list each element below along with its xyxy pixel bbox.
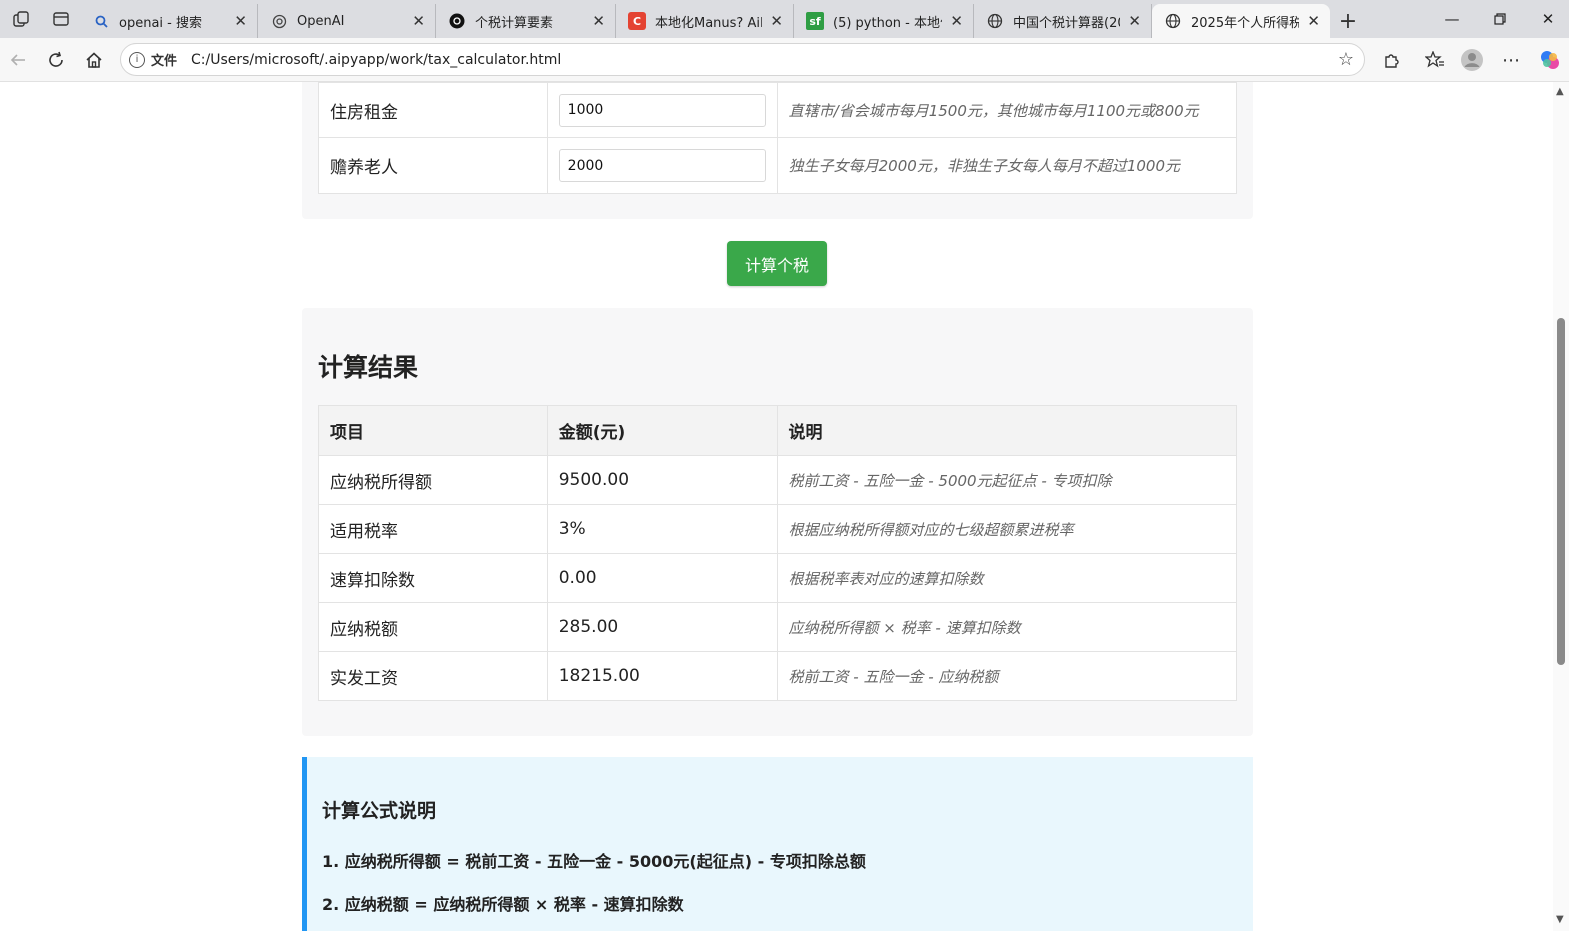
table-row: 应纳税额 285.00 应纳税所得额 × 税率 - 速算扣除数 xyxy=(318,602,1238,652)
scroll-up-icon[interactable]: ▲ xyxy=(1556,86,1564,97)
result-table: 项目 金额(元) 说明 应纳税所得额 9500.00 税前工资 - 五险一金 -… xyxy=(318,405,1238,701)
tab-actions-icon[interactable] xyxy=(42,0,80,38)
tab-openai-search[interactable]: openai - 搜索 ✕ xyxy=(80,4,258,38)
tab-openai[interactable]: OpenAI ✕ xyxy=(258,4,436,38)
favorites-icon[interactable] xyxy=(1420,45,1450,75)
more-menu-icon[interactable]: ⋯ xyxy=(1496,45,1526,75)
deduction-note: 独生子女每月2000元，非独生子女每人每月不超过1000元 xyxy=(788,157,1180,175)
table-row: 应纳税所得额 9500.00 税前工资 - 五险一金 - 5000元起征点 - … xyxy=(318,455,1238,505)
tab-manus[interactable]: C 本地化Manus? AiPy ✕ xyxy=(616,4,794,38)
column-header: 说明 xyxy=(776,405,1238,456)
table-header-row: 项目 金额(元) 说明 xyxy=(318,405,1238,456)
tab-2025-tax-active[interactable]: 2025年个人所得税计 ✕ xyxy=(1152,4,1330,38)
minimize-icon[interactable]: — xyxy=(1428,0,1476,38)
table-row: 实发工资 18215.00 税前工资 - 五险一金 - 应纳税额 xyxy=(318,651,1238,701)
tab-strip: openai - 搜索 ✕ OpenAI ✕ 个税计算要素 ✕ C 本地化Man… xyxy=(0,0,1569,38)
result-amount: 285.00 xyxy=(558,617,619,637)
globe-icon xyxy=(986,12,1004,30)
result-item: 应纳税所得额 xyxy=(330,472,432,493)
deductions-card: 住房租金 直辖市/省会城市每月1500元，其他城市每月1100元或800元 赡养… xyxy=(302,82,1253,219)
close-icon[interactable]: ✕ xyxy=(592,12,605,30)
sf-site-icon: sf xyxy=(806,12,824,30)
result-item: 应纳税额 xyxy=(330,619,398,640)
housing-rent-input[interactable] xyxy=(558,93,766,127)
page-viewport: 住房租金 直辖市/省会城市每月1500元，其他城市每月1100元或800元 赡养… xyxy=(0,82,1553,931)
tab-china-tax[interactable]: 中国个税计算器(202 ✕ xyxy=(974,4,1152,38)
result-item: 实发工资 xyxy=(330,668,398,689)
browser-toolbar: i 文件 C:/Users/microsoft/.aipyapp/work/ta… xyxy=(0,38,1569,82)
new-tab-button[interactable]: + xyxy=(1330,4,1366,38)
deduction-label: 住房租金 xyxy=(330,102,398,123)
scrollbar-thumb[interactable] xyxy=(1557,318,1565,665)
formula-line: 1. 应纳税所得额 = 税前工资 - 五险一金 - 5000元(起征点) - 专… xyxy=(322,852,866,871)
extensions-icon[interactable] xyxy=(1377,45,1407,75)
result-note: 税前工资 - 五险一金 - 应纳税额 xyxy=(788,667,999,686)
tab-title: (5) python - 本地化M xyxy=(833,15,942,31)
deductions-table: 住房租金 直辖市/省会城市每月1500元，其他城市每月1100元或800元 赡养… xyxy=(318,82,1238,194)
close-icon[interactable]: ✕ xyxy=(1307,12,1320,30)
close-icon[interactable]: ✕ xyxy=(770,12,783,30)
table-row: 适用税率 3% 根据应纳税所得额对应的七级超额累进税率 xyxy=(318,504,1238,554)
column-header: 金额(元) xyxy=(546,405,778,456)
formula-explanation-panel: 计算公式说明 1. 应纳税所得额 = 税前工资 - 五险一金 - 5000元(起… xyxy=(302,757,1253,931)
openai-icon xyxy=(270,12,288,30)
copilot-icon[interactable] xyxy=(1535,45,1565,75)
page-scrollbar[interactable]: ▲ ▼ xyxy=(1553,82,1569,931)
workspaces-icon[interactable] xyxy=(0,0,42,38)
restore-icon[interactable] xyxy=(1476,0,1524,38)
scroll-down-icon[interactable]: ▼ xyxy=(1556,914,1564,925)
tab-title: 个税计算要素 xyxy=(475,15,554,31)
address-bar[interactable]: i 文件 C:/Users/microsoft/.aipyapp/work/ta… xyxy=(120,43,1365,76)
scheme-label: 文件 xyxy=(151,54,178,69)
globe-icon xyxy=(1164,12,1182,30)
back-icon[interactable] xyxy=(3,45,33,75)
close-icon[interactable]: ✕ xyxy=(412,12,425,30)
tab-title: 中国个税计算器(202 xyxy=(1013,15,1120,31)
deduction-label: 赡养老人 xyxy=(330,158,398,178)
close-icon[interactable]: ✕ xyxy=(950,12,963,30)
result-item: 速算扣除数 xyxy=(330,570,415,591)
close-icon[interactable]: ✕ xyxy=(1128,12,1141,30)
tab-title: OpenAI xyxy=(297,13,345,29)
search-icon xyxy=(92,12,110,30)
column-header: 项目 xyxy=(318,405,548,456)
c-site-icon: C xyxy=(628,12,646,30)
info-icon[interactable]: i xyxy=(129,51,145,68)
elderly-support-input[interactable] xyxy=(558,149,766,182)
result-title: 计算结果 xyxy=(318,353,419,382)
tab-python[interactable]: sf (5) python - 本地化M ✕ xyxy=(794,4,974,38)
formula-line: 2. 应纳税额 = 应纳税所得额 × 税率 - 速算扣除数 xyxy=(322,895,684,914)
calculate-tax-button[interactable]: 计算个税 xyxy=(727,241,827,286)
result-amount: 18215.00 xyxy=(558,666,640,686)
tab-tax-elements[interactable]: 个税计算要素 ✕ xyxy=(436,4,616,38)
tab-title: 本地化Manus? AiPy xyxy=(655,15,762,31)
tab-title: openai - 搜索 xyxy=(119,15,202,31)
result-item: 适用税率 xyxy=(330,521,398,542)
formula-title: 计算公式说明 xyxy=(322,800,437,822)
profile-avatar-icon[interactable] xyxy=(1457,45,1487,75)
result-note: 应纳税所得额 × 税率 - 速算扣除数 xyxy=(788,618,1021,637)
tab-title: 2025年个人所得税计 xyxy=(1191,15,1300,31)
result-note: 税前工资 - 五险一金 - 5000元起征点 - 专项扣除 xyxy=(788,471,1112,490)
home-icon[interactable] xyxy=(79,45,109,75)
favorite-star-icon[interactable]: ☆ xyxy=(1338,49,1354,70)
openai-icon xyxy=(448,12,466,30)
result-amount: 3% xyxy=(558,519,586,539)
close-icon[interactable]: ✕ xyxy=(234,12,247,30)
result-amount: 0.00 xyxy=(558,568,597,588)
table-row: 赡养老人 独生子女每月2000元，非独生子女每人每月不超过1000元 xyxy=(318,137,1238,194)
table-row: 住房租金 直辖市/省会城市每月1500元，其他城市每月1100元或800元 xyxy=(318,82,1238,138)
deduction-note: 直辖市/省会城市每月1500元，其他城市每月1100元或800元 xyxy=(788,101,1199,120)
url-text[interactable]: C:/Users/microsoft/.aipyapp/work/tax_cal… xyxy=(191,52,561,68)
result-card: 计算结果 项目 金额(元) 说明 应纳税所得额 9500.00 税前工资 - 五… xyxy=(302,308,1253,736)
result-note: 根据税率表对应的速算扣除数 xyxy=(788,569,984,588)
result-amount: 9500.00 xyxy=(558,470,630,490)
refresh-icon[interactable] xyxy=(41,45,71,75)
table-row: 速算扣除数 0.00 根据税率表对应的速算扣除数 xyxy=(318,553,1238,603)
window-close-icon[interactable]: ✕ xyxy=(1524,0,1569,38)
result-note: 根据应纳税所得额对应的七级超额累进税率 xyxy=(788,520,1074,539)
